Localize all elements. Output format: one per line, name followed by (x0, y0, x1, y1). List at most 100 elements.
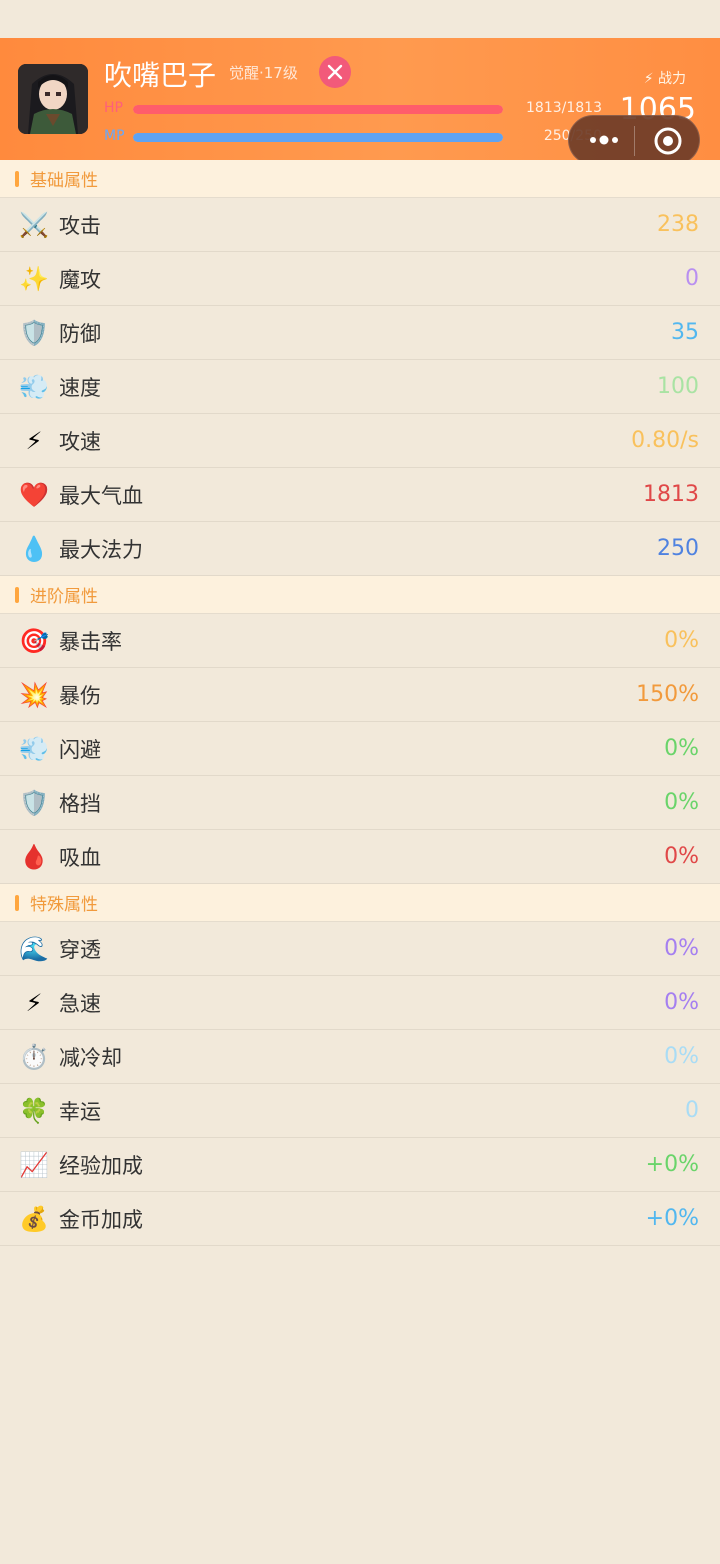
attribute-label: 减冷却 (59, 1045, 122, 1070)
sparkles-icon: ✨ (19, 264, 49, 293)
attribute-row: ⏱️ 减冷却 0% (0, 1030, 720, 1084)
section-marker (15, 170, 19, 187)
attribute-label: 金币加成 (59, 1207, 143, 1232)
attribute-value: 0% (664, 844, 699, 869)
section-header-basic: 基础属性 (0, 160, 720, 198)
attribute-row: 💧 最大法力 250 (0, 522, 720, 576)
attribute-value: 100 (657, 374, 699, 399)
attribute-value: 1813 (643, 482, 699, 507)
hp-label: HP (104, 100, 123, 116)
mp-bar-fill (133, 133, 503, 142)
close-button[interactable] (319, 56, 351, 88)
attribute-value: 0 (685, 266, 699, 291)
section-header-special: 特殊属性 (0, 884, 720, 922)
attribute-row: 🛡️ 格挡 0% (0, 776, 720, 830)
section-title: 特殊属性 (30, 895, 98, 915)
attribute-row: 📈 经验加成 +0% (0, 1138, 720, 1192)
attribute-row: ❤️ 最大气血 1813 (0, 468, 720, 522)
attribute-row: ⚔️ 攻击 238 (0, 198, 720, 252)
attribute-label: 闪避 (59, 737, 101, 762)
character-name: 吹嘴巴子 (104, 59, 217, 92)
attribute-label: 速度 (59, 375, 101, 400)
shield-icon: 🛡️ (19, 788, 49, 817)
attribute-label: 魔攻 (59, 267, 101, 292)
attribute-value: 150% (636, 682, 699, 707)
attribute-row: ⚡ 急速 0% (0, 976, 720, 1030)
section-marker (15, 586, 19, 603)
target-icon: 🎯 (19, 626, 49, 655)
wind-icon: 💨 (19, 734, 49, 763)
attribute-row: ⚡ 攻速 0.80/s (0, 414, 720, 468)
chart-up-icon: 📈 (19, 1150, 49, 1179)
attribute-label: 急速 (59, 991, 101, 1016)
attribute-label: 吸血 (59, 845, 101, 870)
attribute-label: 暴击率 (59, 629, 122, 654)
awakening-level: 觉醒·17级 (229, 64, 298, 82)
wind-icon: 💨 (19, 372, 49, 401)
attribute-row: 💰 金币加成 +0% (0, 1192, 720, 1246)
attribute-row: 💨 速度 100 (0, 360, 720, 414)
exit-miniprogram-icon[interactable] (653, 126, 683, 156)
attribute-row: 🍀 幸运 0 (0, 1084, 720, 1138)
hp-bar (133, 105, 503, 114)
attribute-value: 35 (671, 320, 699, 345)
section-title: 基础属性 (30, 171, 98, 191)
attribute-row: 🎯 暴击率 0% (0, 614, 720, 668)
attribute-row: 🩸 吸血 0% (0, 830, 720, 884)
attribute-row: 💨 闪避 0% (0, 722, 720, 776)
attribute-value: 0 (685, 1098, 699, 1123)
attribute-label: 攻击 (59, 213, 101, 238)
attribute-value: 0% (664, 1044, 699, 1069)
attribute-row: 🛡️ 防御 35 (0, 306, 720, 360)
section-header-advanced: 进阶属性 (0, 576, 720, 614)
shield-icon: 🛡️ (19, 318, 49, 347)
attribute-list: 基础属性 ⚔️ 攻击 238 ✨ 魔攻 0 🛡️ 防御 35 💨 速度 100 ⚡ 攻速 0.80/s ❤️ 最大… (0, 160, 720, 1246)
hp-bar-fill (133, 105, 503, 114)
attribute-value: 0% (664, 990, 699, 1015)
power-label: ⚡ 战力 (643, 71, 686, 87)
section-title: 进阶属性 (30, 587, 98, 607)
miniprogram-capsule (568, 115, 700, 165)
more-icon[interactable] (587, 130, 635, 150)
attribute-label: 格挡 (59, 791, 101, 816)
stopwatch-icon: ⏱️ (19, 1042, 49, 1071)
attribute-row: 🌊 穿透 0% (0, 922, 720, 976)
avatar[interactable] (18, 64, 88, 134)
lightning-icon: ⚡ (25, 988, 43, 1017)
droplet-icon: 💧 (19, 534, 49, 563)
attribute-value: 0% (664, 790, 699, 815)
attribute-value: +0% (645, 1206, 699, 1231)
attribute-label: 幸运 (59, 1099, 101, 1124)
attribute-value: 0% (664, 736, 699, 761)
clover-icon: 🍀 (19, 1096, 49, 1125)
attribute-value: 250 (657, 536, 699, 561)
attribute-label: 经验加成 (59, 1153, 143, 1178)
heart-icon: ❤️ (19, 480, 49, 509)
attribute-label: 最大气血 (59, 483, 143, 508)
attribute-label: 攻速 (59, 429, 101, 454)
close-icon (327, 64, 343, 80)
money-bag-icon: 💰 (19, 1204, 49, 1233)
mp-label: MP (104, 128, 125, 144)
attribute-value: 0% (664, 936, 699, 961)
lightning-icon: ⚡ (25, 426, 43, 455)
attribute-row: ✨ 魔攻 0 (0, 252, 720, 306)
attribute-value: 0% (664, 628, 699, 653)
wave-icon: 🌊 (19, 934, 49, 963)
section-marker (15, 894, 19, 911)
attribute-value: 238 (657, 212, 699, 237)
explosion-icon: 💥 (19, 680, 49, 709)
attribute-label: 最大法力 (59, 537, 143, 562)
attribute-value: 0.80/s (631, 428, 699, 453)
blood-drop-icon: 🩸 (19, 842, 49, 871)
crossed-swords-icon: ⚔️ (19, 210, 49, 239)
attribute-value: +0% (645, 1152, 699, 1177)
mp-bar (133, 133, 503, 142)
attribute-label: 穿透 (59, 937, 101, 962)
attribute-row: 💥 暴伤 150% (0, 668, 720, 722)
hp-value: 1813/1813 (526, 100, 602, 116)
attribute-label: 防御 (59, 321, 101, 346)
attribute-label: 暴伤 (59, 683, 101, 708)
status-bar (0, 0, 720, 38)
capsule-divider (634, 126, 635, 156)
